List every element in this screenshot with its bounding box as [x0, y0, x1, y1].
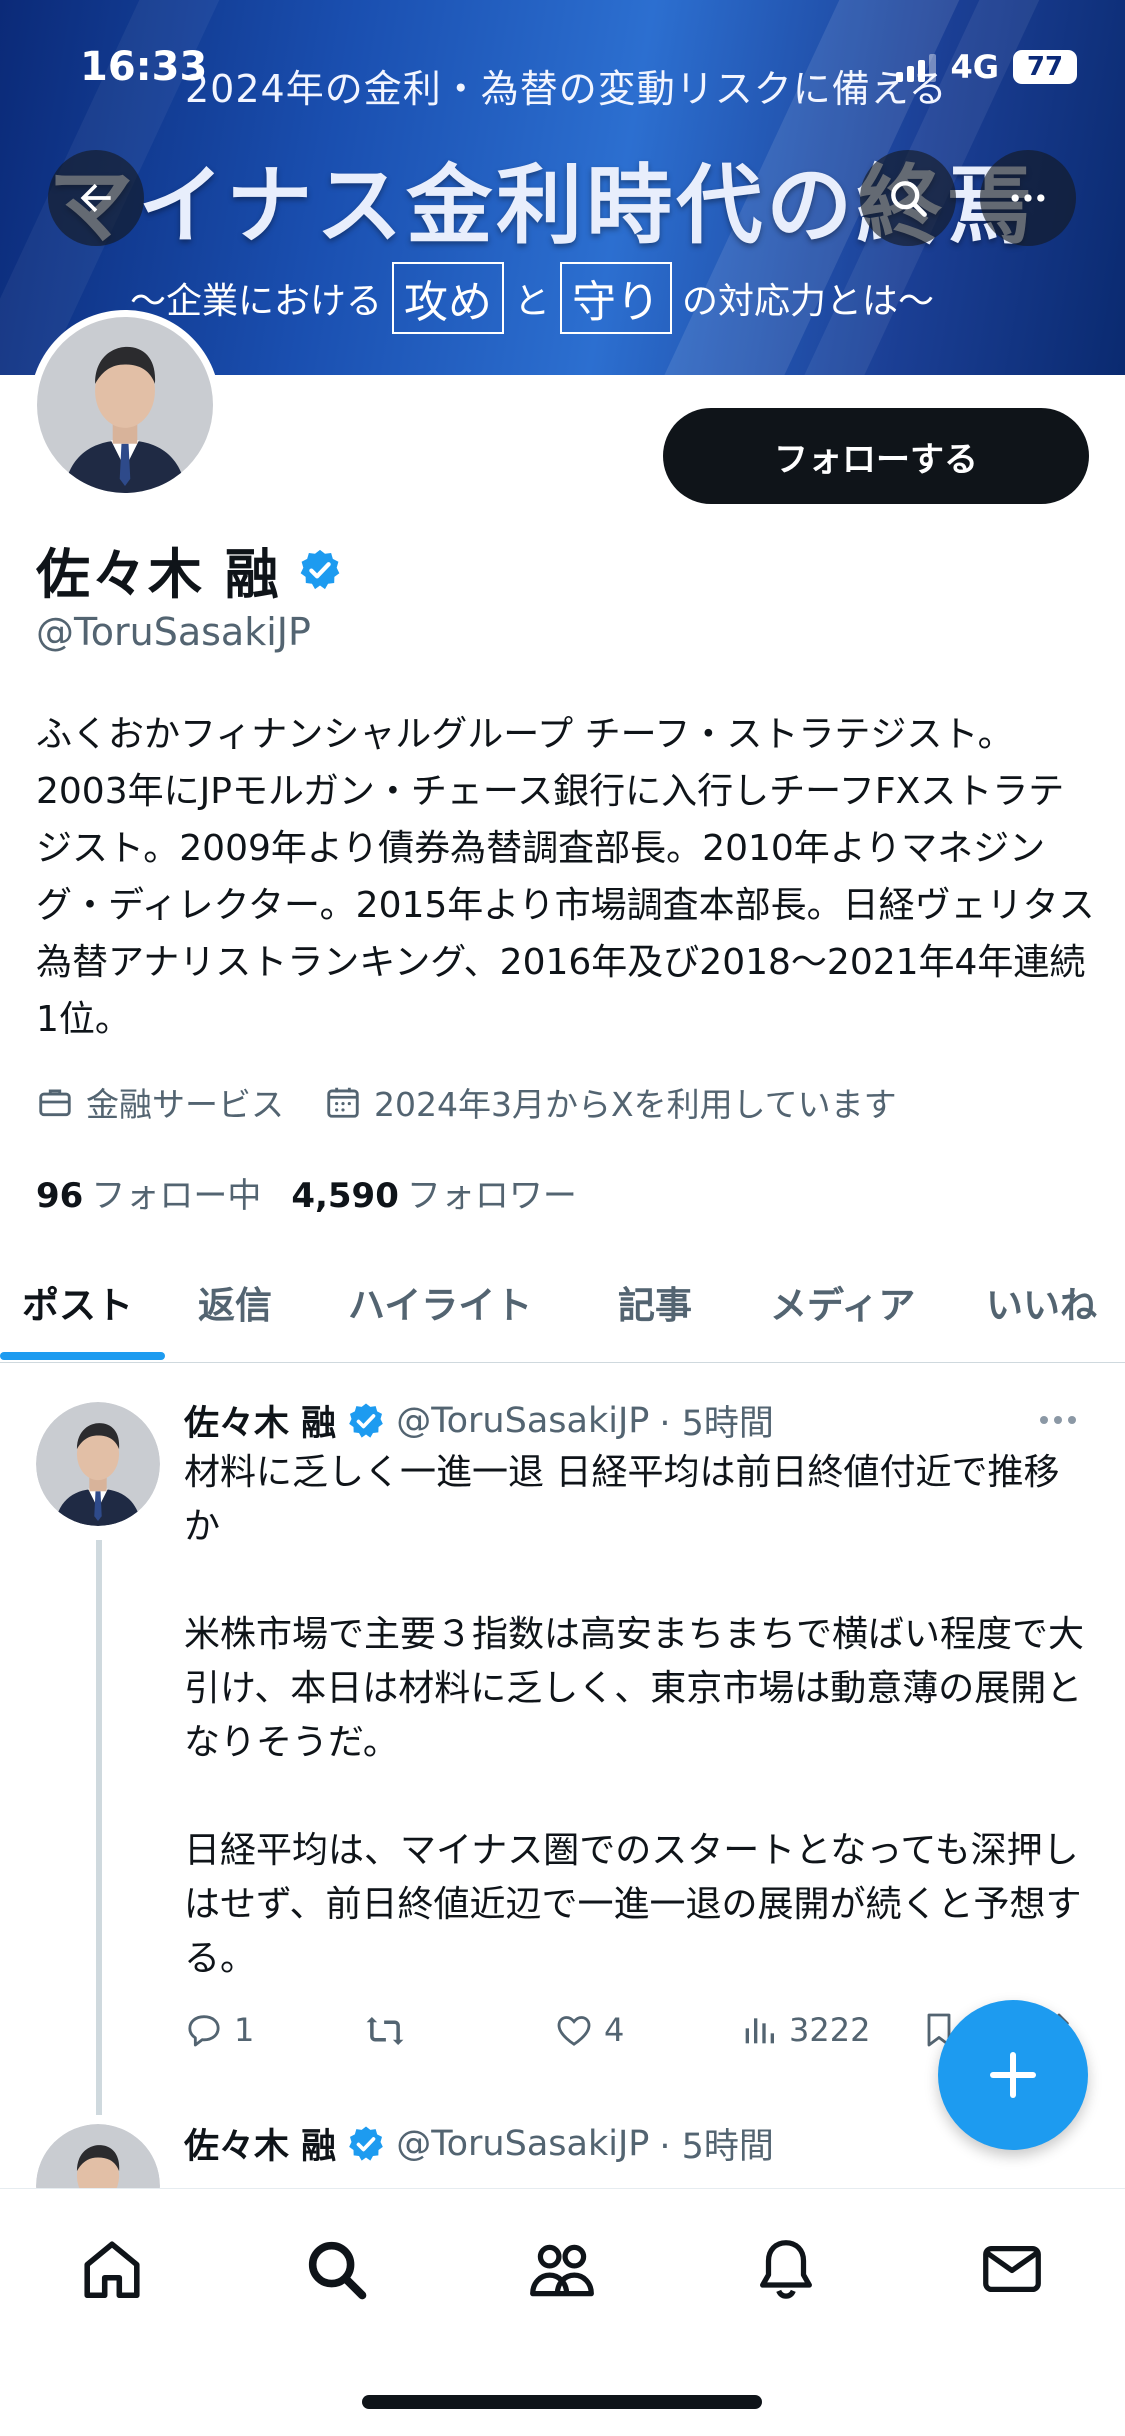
followers-link[interactable]: 4,590 フォロワー	[291, 1168, 577, 1217]
profile-meta: 金融サービス 2024年3月からXを利用しています	[36, 1078, 897, 1126]
profile-tabs: ポスト 返信 ハイライト 記事 メディア いいね	[0, 1245, 1125, 1363]
battery-level: 77	[1026, 52, 1064, 82]
profile-bio: ふくおかフィナンシャルグループ チーフ・ストラテジスト。2003年にJPモルガン…	[36, 714, 1095, 1040]
explore-icon	[308, 2241, 367, 2300]
banner-subtitle-post: の対応力とは〜	[682, 281, 935, 322]
profile-name-row: 佐々木 融	[36, 530, 343, 609]
nav-notifications[interactable]	[746, 2229, 826, 2309]
back-button[interactable]	[48, 150, 144, 246]
tab-highlights[interactable]: ハイライト	[348, 1275, 532, 1329]
banner-subtitle-pre: 〜企業における	[130, 281, 383, 322]
profile-avatar[interactable]	[30, 310, 220, 500]
battery-icon: 77	[1013, 50, 1077, 84]
banner-subtitle-mid: と	[514, 281, 551, 322]
category-label: 金融サービス	[86, 1085, 284, 1124]
home-icon	[84, 2241, 140, 2299]
post-timestamp[interactable]: · 5時間	[659, 1395, 774, 1446]
reply-button[interactable]: 1	[184, 2010, 254, 2050]
post-avatar[interactable]	[36, 1402, 160, 1526]
tab-posts[interactable]: ポスト	[22, 1275, 133, 1329]
thread-line	[96, 1540, 102, 2115]
post-more-icon[interactable]	[1040, 1416, 1076, 1424]
verified-badge-icon	[349, 1403, 384, 1438]
following-count: 96	[36, 1176, 84, 1216]
followers-count: 4,590	[291, 1176, 399, 1216]
messages-icon	[983, 2245, 1041, 2293]
follow-counts: 96 フォロー中 4,590 フォロワー	[36, 1168, 577, 1217]
profile-handle: @ToruSasakiJP	[36, 610, 311, 654]
post-header: 佐々木 融 @ToruSasakiJP · 5時間	[184, 2118, 774, 2169]
nav-home[interactable]	[72, 2229, 152, 2309]
repost-icon	[366, 2017, 404, 2045]
signal-icon	[896, 52, 937, 82]
verified-badge-icon	[349, 2126, 384, 2161]
view-count: 3222	[789, 2011, 871, 2049]
avatar-image	[36, 1402, 160, 1526]
compose-button[interactable]	[938, 2000, 1088, 2150]
post-author-handle: @ToruSasakiJP	[396, 2123, 650, 2164]
post-author-name[interactable]: 佐々木 融	[184, 1395, 336, 1446]
reply-icon	[188, 2015, 220, 2047]
banner-top-line: 2024年の金利・為替の変動リスクに備える	[185, 67, 948, 111]
post-header: 佐々木 融 @ToruSasakiJP · 5時間	[184, 1395, 774, 1446]
following-label: フォロー中	[91, 1176, 262, 1216]
like-count: 4	[604, 2011, 625, 2049]
banner-subtitle: 〜企業における 攻め と 守り の対応力とは〜	[130, 262, 934, 334]
home-indicator	[362, 2395, 762, 2409]
status-indicators: 4G 77	[896, 48, 1077, 86]
communities-icon	[530, 2244, 594, 2297]
post-paragraph: 材料に乏しく一進一退 日経平均は前日終値付近で推移か	[184, 1452, 1060, 1547]
active-tab-indicator	[0, 1352, 165, 1360]
followers-label: フォロワー	[406, 1176, 577, 1216]
briefcase-icon	[39, 1089, 71, 1117]
back-arrow-icon	[80, 183, 111, 213]
tab-likes[interactable]: いいね	[986, 1275, 1097, 1329]
reply-count: 1	[234, 2011, 255, 2049]
following-link[interactable]: 96 フォロー中	[36, 1168, 261, 1217]
nav-messages[interactable]	[972, 2229, 1052, 2309]
repost-button[interactable]	[364, 2010, 416, 2052]
follow-button[interactable]: フォローする	[663, 408, 1089, 504]
post-paragraph: 米株市場で主要３指数は高安まちまちで横ばい程度で大引け、本日は材料に乏しく、東京…	[184, 1614, 1085, 1763]
banner-subtitle-box2: 守り	[560, 262, 673, 334]
like-button[interactable]: 4	[554, 2010, 624, 2050]
views-icon	[745, 2018, 774, 2044]
status-time: 16:33	[80, 44, 208, 90]
nav-explore[interactable]	[296, 2229, 376, 2309]
post-author-handle: @ToruSasakiJP	[396, 1400, 650, 1441]
banner-subtitle-box1: 攻め	[392, 262, 505, 334]
more-icon	[1011, 194, 1045, 202]
post-timestamp[interactable]: · 5時間	[659, 2118, 774, 2169]
network-type: 4G	[950, 48, 999, 86]
profile-category: 金融サービス	[36, 1078, 284, 1126]
views-button[interactable]: 3222	[739, 2010, 870, 2050]
post-body[interactable]: 材料に乏しく一進一退 日経平均は前日終値付近で推移か 米株市場で主要３指数は高安…	[184, 1446, 1094, 2040]
verified-badge-icon[interactable]	[297, 547, 343, 593]
plus-icon	[990, 2052, 1036, 2098]
post-author-name[interactable]: 佐々木 融	[184, 2118, 336, 2169]
profile-joined: 2024年3月からXを利用しています	[324, 1078, 897, 1126]
like-icon	[557, 2016, 591, 2046]
tab-replies[interactable]: 返信	[198, 1275, 272, 1329]
more-button[interactable]	[980, 150, 1076, 246]
joined-label: 2024年3月からXを利用しています	[374, 1085, 897, 1124]
tab-media[interactable]: メディア	[770, 1275, 915, 1329]
search-button[interactable]	[860, 150, 956, 246]
nav-communities[interactable]	[522, 2229, 602, 2309]
notifications-icon	[760, 2240, 812, 2299]
calendar-icon	[327, 1087, 359, 1118]
tab-articles[interactable]: 記事	[618, 1275, 692, 1329]
avatar-image	[37, 317, 213, 493]
profile-name: 佐々木 融	[36, 543, 281, 606]
post-paragraph: 日経平均は、マイナス圏でのスタートとなっても深押しはせず、前日終値近辺で一進一退…	[184, 1830, 1082, 1979]
search-icon	[891, 181, 927, 217]
